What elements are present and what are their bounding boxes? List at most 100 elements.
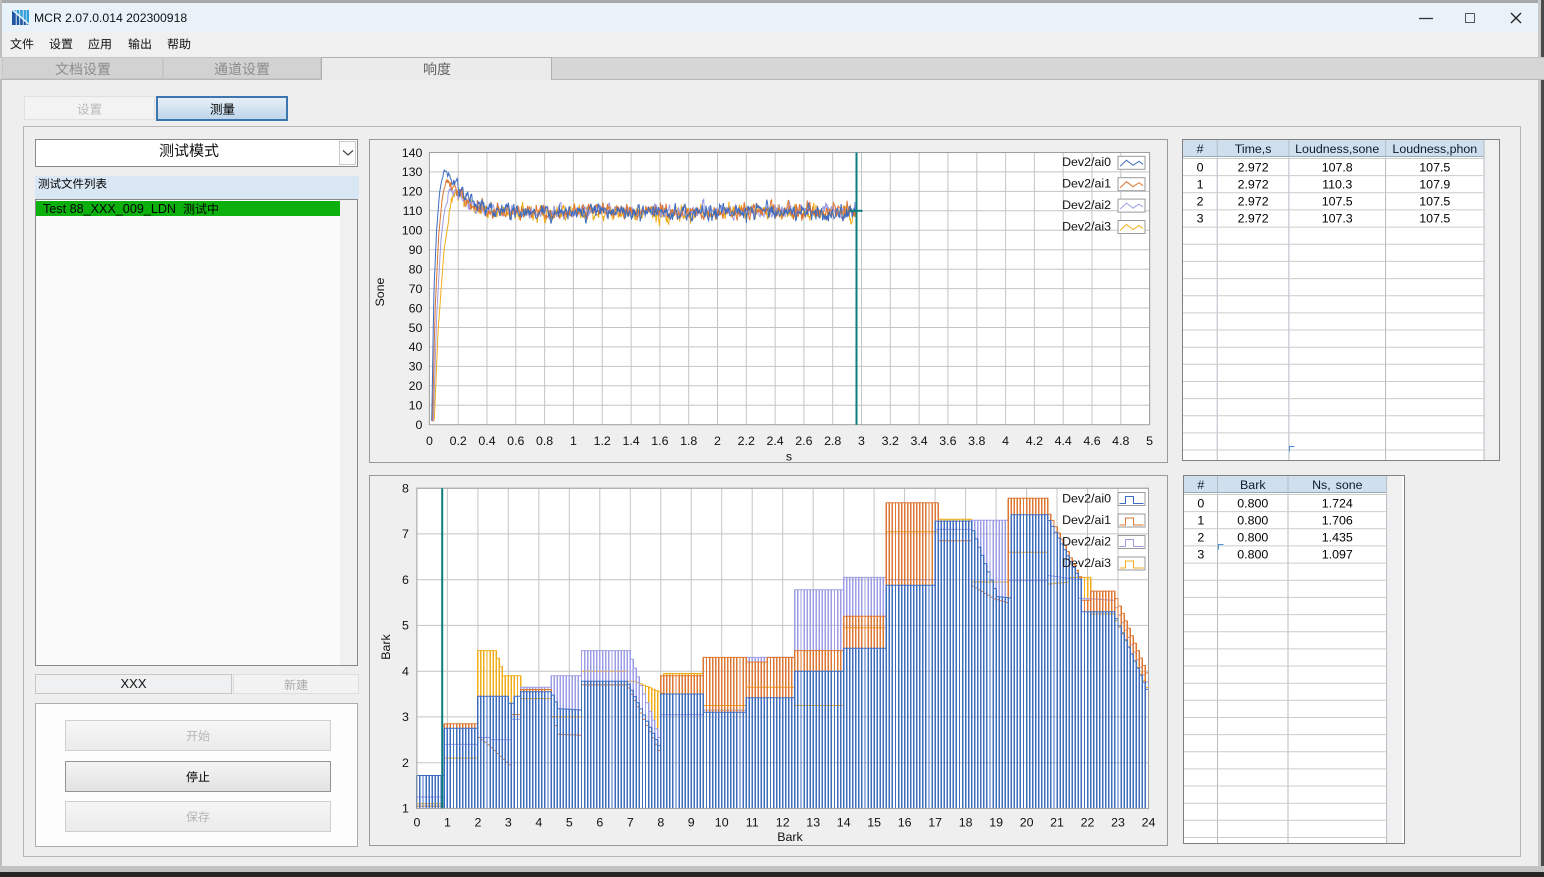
svg-text:0: 0	[413, 816, 420, 830]
svg-text:4: 4	[1002, 434, 1009, 448]
svg-text:Bark: Bark	[1240, 478, 1266, 492]
svg-text:1.097: 1.097	[1322, 548, 1353, 562]
svg-text:2: 2	[1197, 195, 1204, 209]
svg-text:7: 7	[402, 527, 409, 541]
svg-text:4.8: 4.8	[1112, 434, 1129, 448]
svg-text:14: 14	[837, 816, 851, 830]
svg-text:20: 20	[1020, 816, 1034, 830]
svg-text:0.800: 0.800	[1237, 548, 1268, 562]
svg-text:11: 11	[746, 816, 759, 830]
svg-text:7: 7	[627, 816, 634, 830]
svg-text:s: s	[786, 450, 792, 464]
svg-text:19: 19	[989, 816, 1003, 830]
svg-text:107.5: 107.5	[1322, 195, 1353, 209]
svg-text:12: 12	[776, 816, 790, 830]
svg-text:23: 23	[1111, 816, 1125, 830]
svg-text:Dev2/ai3: Dev2/ai3	[1062, 219, 1111, 233]
svg-text:0.4: 0.4	[478, 434, 495, 448]
svg-text:13: 13	[806, 816, 820, 830]
svg-text:3.8: 3.8	[968, 434, 985, 448]
svg-text:22: 22	[1081, 816, 1095, 830]
svg-text:Dev2/ai0: Dev2/ai0	[1062, 491, 1111, 505]
svg-text:3.4: 3.4	[910, 434, 927, 448]
svg-text:40: 40	[409, 340, 423, 354]
svg-text:2.2: 2.2	[738, 434, 755, 448]
svg-text:0.800: 0.800	[1237, 514, 1268, 528]
svg-text:17: 17	[928, 816, 942, 830]
svg-text:10: 10	[715, 816, 729, 830]
svg-text:Loudness,phon: Loudness,phon	[1392, 142, 1477, 156]
svg-text:3: 3	[1197, 212, 1204, 226]
svg-text:1.724: 1.724	[1322, 496, 1353, 510]
svg-text:110.3: 110.3	[1322, 178, 1352, 192]
svg-text:80: 80	[409, 263, 423, 277]
svg-text:1: 1	[444, 816, 451, 830]
svg-text:0.2: 0.2	[450, 434, 467, 448]
svg-text:Dev2/ai2: Dev2/ai2	[1062, 198, 1111, 212]
svg-text:50: 50	[409, 321, 423, 335]
svg-text:Bark: Bark	[777, 830, 803, 844]
svg-text:20: 20	[409, 379, 423, 393]
svg-text:107.9: 107.9	[1419, 178, 1450, 192]
svg-text:2.972: 2.972	[1238, 160, 1269, 174]
svg-text:1.6: 1.6	[651, 434, 668, 448]
svg-text:3: 3	[858, 434, 865, 448]
svg-text:4: 4	[402, 665, 409, 679]
svg-text:2.6: 2.6	[795, 434, 812, 448]
svg-text:Ns, sone: Ns, sone	[1312, 478, 1363, 492]
svg-text:90: 90	[409, 243, 423, 257]
svg-text:0: 0	[1197, 160, 1204, 174]
svg-text:110: 110	[403, 204, 423, 218]
svg-text:Sone: Sone	[373, 277, 387, 306]
svg-text:18: 18	[959, 816, 973, 830]
svg-text:Time,s: Time,s	[1235, 142, 1272, 156]
svg-text:3.6: 3.6	[939, 434, 956, 448]
svg-text:6: 6	[402, 573, 409, 587]
svg-text:9: 9	[688, 816, 695, 830]
svg-text:1: 1	[1197, 514, 1204, 528]
svg-text:4.2: 4.2	[1026, 434, 1043, 448]
svg-text:30: 30	[409, 360, 423, 374]
svg-text:130: 130	[402, 165, 423, 179]
svg-text:107.5: 107.5	[1419, 212, 1450, 226]
svg-text:107.3: 107.3	[1322, 212, 1353, 226]
svg-text:2: 2	[714, 434, 721, 448]
svg-text:70: 70	[409, 282, 423, 296]
svg-text:Dev2/ai1: Dev2/ai1	[1062, 177, 1111, 191]
svg-text:0: 0	[415, 418, 422, 432]
svg-text:2.972: 2.972	[1238, 178, 1269, 192]
svg-text:0: 0	[1197, 496, 1204, 510]
svg-text:2.972: 2.972	[1238, 212, 1269, 226]
svg-text:5: 5	[1146, 434, 1153, 448]
svg-text:140: 140	[402, 146, 423, 160]
svg-text:0.800: 0.800	[1237, 531, 1268, 545]
svg-text:107.5: 107.5	[1419, 195, 1450, 209]
svg-text:6: 6	[596, 816, 603, 830]
svg-text:3: 3	[1197, 548, 1204, 562]
svg-text:15: 15	[867, 816, 881, 830]
svg-text:1.706: 1.706	[1322, 514, 1353, 528]
svg-text:1.2: 1.2	[594, 434, 611, 448]
svg-text:#: #	[1197, 478, 1204, 492]
svg-text:1: 1	[402, 802, 409, 816]
svg-text:8: 8	[657, 816, 664, 830]
svg-text:2.972: 2.972	[1238, 195, 1269, 209]
svg-text:3: 3	[505, 816, 512, 830]
svg-text:21: 21	[1050, 816, 1064, 830]
svg-text:24: 24	[1142, 816, 1156, 830]
svg-text:Dev2/ai0: Dev2/ai0	[1062, 155, 1111, 169]
svg-text:10: 10	[409, 399, 423, 413]
svg-text:5: 5	[402, 619, 409, 633]
svg-text:Loudness,sone: Loudness,sone	[1295, 142, 1379, 156]
svg-text:2: 2	[474, 816, 481, 830]
svg-text:5: 5	[566, 816, 573, 830]
svg-text:0.6: 0.6	[507, 434, 524, 448]
svg-text:107.5: 107.5	[1419, 160, 1450, 174]
svg-text:1.4: 1.4	[622, 434, 639, 448]
svg-text:0: 0	[426, 434, 433, 448]
svg-text:3.2: 3.2	[882, 434, 899, 448]
svg-text:#: #	[1197, 142, 1204, 156]
svg-text:1.8: 1.8	[680, 434, 697, 448]
svg-text:2: 2	[402, 756, 409, 770]
svg-text:0.8: 0.8	[536, 434, 553, 448]
